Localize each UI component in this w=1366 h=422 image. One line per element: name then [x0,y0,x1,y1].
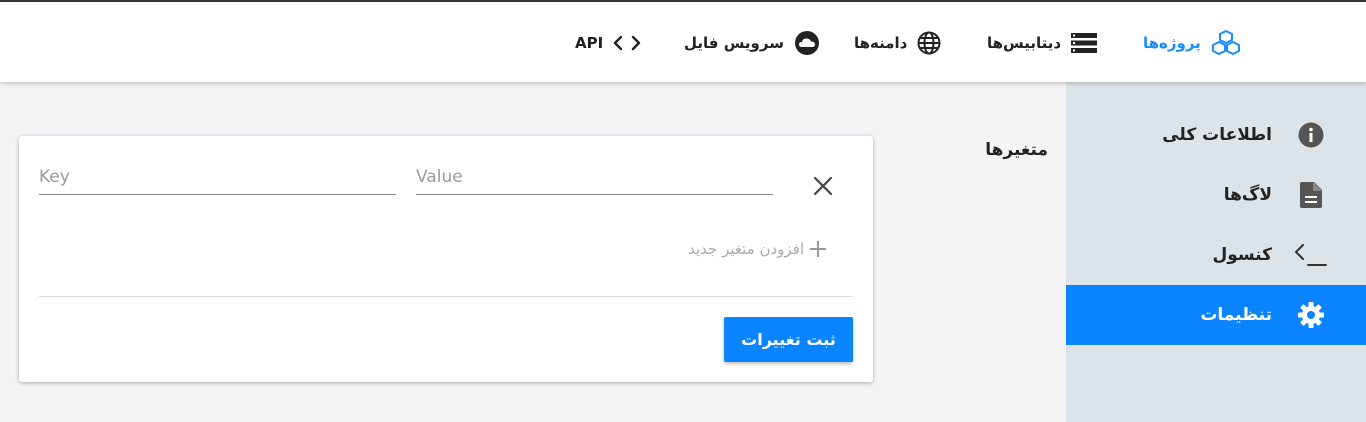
variables-card: افزودن متغیر جدید ثبت تغییرات [19,136,873,382]
sidebar-item-label: تنظیمات [1200,305,1272,325]
sidebar-item-label: لاگ‌ها [1223,185,1272,205]
value-input[interactable] [416,160,773,195]
terminal-icon [1286,242,1336,268]
sidebar-item-label: کنسول [1212,245,1272,265]
sidebar-item-logs[interactable]: لاگ‌ها [1066,165,1366,225]
sidebar: اطلاعات کلی لاگ‌ها کنسول [1066,82,1366,422]
code-icon [613,35,641,51]
document-icon [1286,182,1336,208]
add-variable-label: افزودن متغیر جدید [688,240,804,258]
key-input[interactable] [39,160,396,195]
nav-file-service-label: سرویس فایل [684,34,784,52]
nav-domains[interactable]: دامنه‌ها [854,28,941,58]
section-title: متغیرها [985,140,1048,160]
sidebar-item-label: اطلاعات کلی [1162,125,1272,145]
add-variable-button[interactable]: افزودن متغیر جدید [688,239,828,259]
top-navbar: پروژه‌ها دیتابیس‌ها دامنه‌ها سرویس فایل [0,0,1366,82]
cloud-icon [794,31,819,55]
cubes-icon [1211,30,1240,55]
nav-databases[interactable]: دیتابیس‌ها [987,28,1098,58]
info-icon [1286,122,1336,148]
remove-variable-icon[interactable] [811,174,835,198]
nav-databases-label: دیتابیس‌ها [987,34,1062,52]
nav-domains-label: دامنه‌ها [854,34,908,52]
nav-api[interactable]: API [575,28,641,58]
sidebar-item-general-info[interactable]: اطلاعات کلی [1066,105,1366,165]
sidebar-item-settings[interactable]: تنظیمات [1066,285,1366,345]
database-icon [1071,33,1098,53]
gear-icon [1286,301,1336,329]
sidebar-item-console[interactable]: کنسول [1066,225,1366,285]
globe-icon [917,31,941,55]
save-changes-button[interactable]: ثبت تغییرات [724,317,853,362]
nav-file-service[interactable]: سرویس فایل [684,28,820,58]
plus-icon [810,241,826,257]
divider [39,296,853,297]
nav-projects[interactable]: پروژه‌ها [1143,28,1241,58]
nav-api-label: API [575,34,604,52]
nav-projects-label: پروژه‌ها [1143,34,1201,52]
